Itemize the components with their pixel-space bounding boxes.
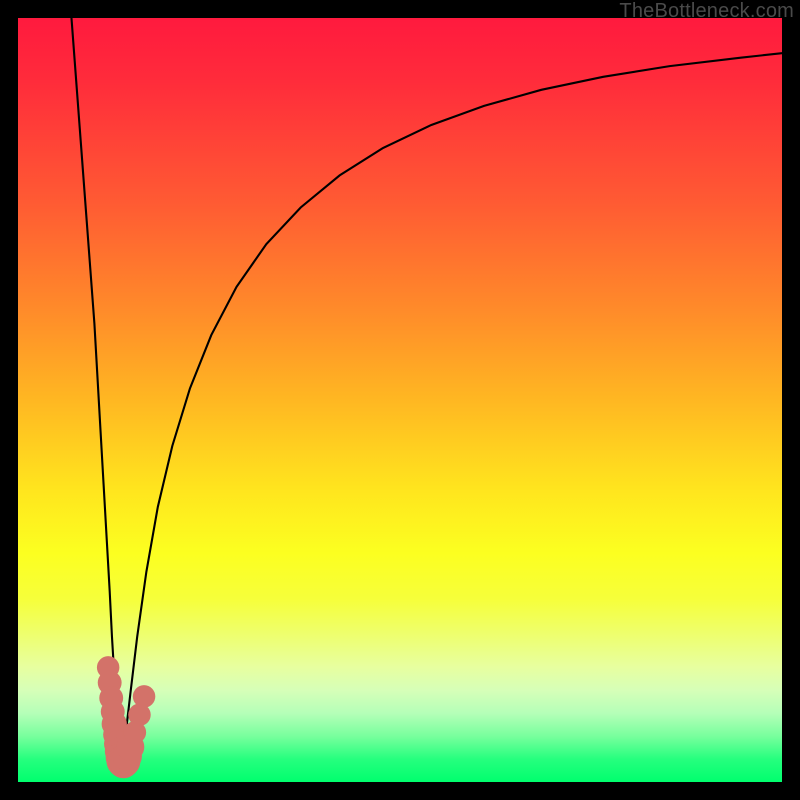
watermark-text: TheBottleneck.com: [619, 0, 794, 23]
right-branch-line: [121, 53, 782, 763]
plot-area: [18, 18, 782, 782]
left-branch-line: [71, 18, 121, 763]
scatter-layer: [97, 656, 155, 778]
chart-frame: TheBottleneck.com: [0, 0, 800, 800]
chart-svg: [18, 18, 782, 782]
data-point: [133, 685, 156, 708]
curve-layer: [71, 18, 782, 763]
